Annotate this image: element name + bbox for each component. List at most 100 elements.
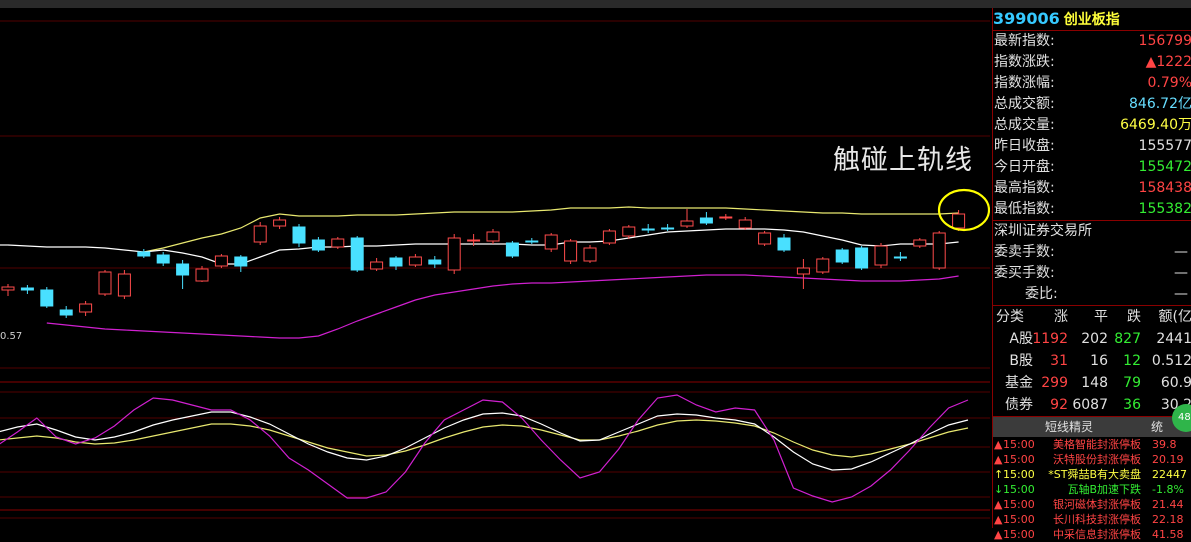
breadth-amount: 2441	[1156, 331, 1191, 347]
candle-up	[816, 258, 830, 273]
candle-down	[699, 217, 713, 224]
breadth-flat: 16	[1090, 353, 1108, 369]
sprite-title[interactable]: 短线精灵	[1045, 417, 1093, 437]
alert-event: 封涨停板	[1097, 528, 1141, 541]
alert-row[interactable]: ▲ 15:00 中采信息 封涨停板 41.58	[993, 527, 1191, 542]
alert-arrow: ↑	[994, 468, 1004, 481]
breadth-up: 1192	[1032, 331, 1068, 347]
quote-row: 指数涨跌: ▲1222	[993, 52, 1191, 73]
alert-row[interactable]: ▲ 15:00 美格智能 封涨停板 39.8	[993, 437, 1191, 452]
breadth-category: B股	[1009, 353, 1033, 369]
candle-up	[932, 232, 946, 269]
alert-value: 22.18	[1152, 513, 1184, 526]
sprite-tab-stats[interactable]: 统	[1151, 417, 1163, 437]
alert-row[interactable]: ▲ 15:00 银河磁体 封涨停板 21.44	[993, 497, 1191, 512]
candle-up	[738, 219, 752, 229]
candle-down	[855, 247, 869, 269]
breadth-row: 债券 92 6087 36 30.2	[993, 394, 1191, 416]
quote-label: 昨日收盘:	[994, 138, 1055, 154]
alert-arrow: ▲	[994, 498, 1003, 511]
breadth-up: 92	[1050, 397, 1068, 413]
candle-up	[622, 226, 636, 237]
quote-value: 156799	[1138, 33, 1191, 49]
candle-down	[156, 254, 170, 264]
quote-value: 0.79%	[1147, 75, 1191, 91]
alert-arrow: ↓	[994, 483, 1004, 496]
quote-label: 指数涨幅:	[994, 75, 1055, 91]
alert-stock: 瓦轴B	[1067, 483, 1097, 496]
alert-row[interactable]: ↑ 15:00 *ST舜喆B 有大卖盘 22447	[993, 467, 1191, 482]
breadth-flat: 6087	[1072, 397, 1108, 413]
alert-row[interactable]: ▲ 15:00 沃特股份 封涨停板 20.19	[993, 452, 1191, 467]
alert-row[interactable]: ▲ 15:00 长川科技 封涨停板 22.18	[993, 512, 1191, 527]
stock-title[interactable]: 399006 创业板指	[993, 8, 1191, 31]
candle-up	[1, 286, 15, 291]
osc-line-magenta	[0, 394, 969, 503]
order-value: —	[1174, 265, 1188, 281]
candle-up	[331, 238, 345, 248]
candle-down	[505, 242, 519, 257]
alert-value: 20.19	[1152, 453, 1184, 466]
breadth-flat: 148	[1081, 375, 1108, 391]
candle-down	[350, 237, 364, 271]
candle-up	[602, 230, 616, 244]
candle-up	[952, 213, 966, 229]
alert-time: 15:00	[1003, 438, 1035, 451]
breadth-category: 债券	[1005, 397, 1033, 413]
alert-stock: 沃特股份	[1053, 453, 1097, 466]
alert-event: 有大卖盘	[1097, 468, 1141, 481]
quote-row: 最高指数: 158438	[993, 178, 1191, 199]
alert-time: 15:00	[1003, 483, 1035, 496]
alert-list: ▲ 15:00 美格智能 封涨停板 39.8 ▲ 15:00 沃特股份 封涨停板 20.19 ↑ 15…	[993, 437, 1191, 542]
breadth-up: 31	[1050, 353, 1068, 369]
quote-row: 最低指数: 155382	[993, 199, 1191, 220]
quote-label: 最高指数:	[994, 180, 1055, 196]
breadth-category: A股	[1009, 331, 1033, 347]
chart-canvas[interactable]	[0, 8, 990, 528]
candle-up	[408, 256, 422, 266]
alert-stock: 长川科技	[1053, 513, 1097, 526]
top-bar	[0, 0, 1191, 8]
candle-down	[176, 263, 190, 276]
breadth-header-cell: 额(亿	[1158, 309, 1191, 325]
breadth-row: 基金 299 148 79 60.9	[993, 372, 1191, 394]
kline-chart[interactable]	[0, 8, 990, 528]
stock-code: 399006	[993, 9, 1060, 28]
candle-up	[467, 239, 481, 242]
breadth-header: 分类 涨 平 跌 额(亿	[993, 306, 1191, 328]
boll-middle-line	[7, 228, 959, 265]
alert-stock: 银河磁体	[1053, 498, 1097, 511]
candle-down	[525, 240, 539, 243]
alert-arrow: ▲	[994, 453, 1003, 466]
candle-down	[389, 257, 403, 267]
quote-value: ▲1222	[1145, 54, 1191, 70]
alert-stock: 美格智能	[1053, 438, 1097, 451]
candle-up	[874, 245, 888, 266]
candle-down	[234, 256, 248, 267]
order-label: 委买手数:	[994, 265, 1055, 281]
candle-up	[913, 239, 927, 247]
breadth-header-cell: 平	[1094, 309, 1108, 325]
quote-label: 最低指数:	[994, 201, 1055, 217]
exchange-name: 深圳证券交易所	[993, 220, 1191, 242]
order-value: —	[1174, 286, 1188, 302]
quote-row: 总成交额: 846.72亿	[993, 94, 1191, 115]
candle-up	[719, 216, 733, 219]
candle-down	[40, 289, 54, 307]
quote-rows: 最新指数: 156799 指数涨跌: ▲1222 指数涨幅: 0.79% 总成交额: 846.…	[993, 31, 1191, 220]
chart-annotation-text: 触碰上轨线	[833, 145, 973, 176]
alert-row[interactable]: ↓ 15:00 瓦轴B 加速下跌 -1.8%	[993, 482, 1191, 497]
alert-arrow: ▲	[994, 438, 1003, 451]
breadth-amount: 60.9	[1160, 375, 1191, 391]
candle-up	[486, 231, 500, 242]
breadth-amount: 0.512	[1151, 353, 1191, 369]
alert-value: 39.8	[1152, 438, 1177, 451]
order-rows: 委卖手数: — 委买手数: — 委比: —	[993, 242, 1191, 305]
breadth-header-cell: 分类	[996, 309, 1024, 325]
breadth-flat: 202	[1081, 331, 1108, 347]
quote-value: 155472	[1138, 159, 1191, 175]
alert-event: 封涨停板	[1097, 513, 1141, 526]
alert-event: 封涨停板	[1097, 438, 1141, 451]
y-axis-label: 0.57	[0, 331, 23, 342]
sprite-header[interactable]: 短线精灵 统	[993, 416, 1191, 437]
